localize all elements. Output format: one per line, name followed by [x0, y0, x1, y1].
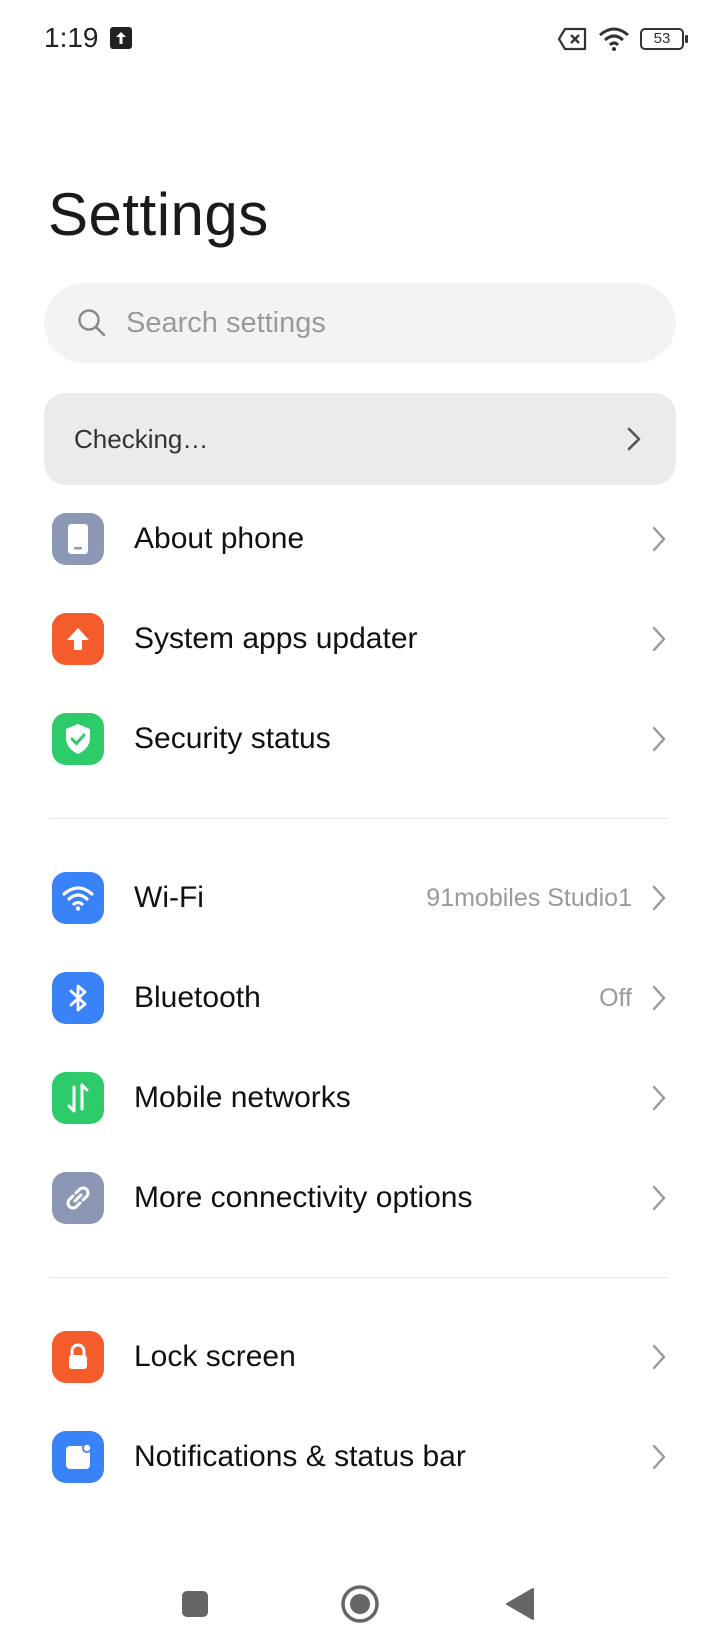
settings-item-lock-screen[interactable]: Lock screen [0, 1305, 720, 1409]
settings-item-label: Lock screen [134, 1340, 296, 1373]
settings-item-label: About phone [134, 522, 305, 555]
chevron-right-icon [652, 985, 666, 1011]
wifi-icon [52, 872, 104, 924]
chevron-right-icon [652, 526, 666, 552]
section-divider [50, 1277, 668, 1278]
settings-item-mobile-networks[interactable]: Mobile networks [0, 1046, 720, 1150]
back-button[interactable] [490, 1574, 550, 1634]
status-icons: 53 [558, 22, 688, 56]
settings-item-label: Security status [134, 722, 331, 755]
settings-item-more-connectivity[interactable]: More connectivity options [0, 1146, 720, 1250]
search-bar[interactable] [44, 283, 676, 363]
wifi-network-name: 91mobiles Studio1 [426, 883, 632, 912]
notification-icon [52, 1431, 104, 1483]
settings-item-about-phone[interactable]: About phone [0, 487, 720, 591]
wifi-signal-icon [599, 27, 629, 51]
back-icon [506, 1588, 534, 1620]
chevron-right-icon [652, 1185, 666, 1211]
chevron-right-icon [652, 885, 666, 911]
settings-item-label: System apps updater [134, 622, 418, 655]
search-icon [78, 309, 106, 337]
update-status-text: Checking… [74, 423, 209, 454]
settings-item-label: Mobile networks [134, 1081, 351, 1114]
chevron-right-icon [652, 726, 666, 752]
home-button[interactable] [330, 1574, 390, 1634]
navigation-bar [0, 1560, 720, 1640]
no-sim-icon [558, 27, 587, 51]
settings-item-wifi[interactable]: Wi-Fi 91mobiles Studio1 [0, 846, 720, 950]
battery-level: 53 [653, 30, 671, 47]
lock-icon [52, 1331, 104, 1383]
shield-check-icon [52, 713, 104, 765]
recents-button[interactable] [165, 1574, 225, 1634]
settings-item-bluetooth[interactable]: Bluetooth Off [0, 946, 720, 1050]
home-icon [341, 1585, 379, 1623]
section-divider [50, 818, 668, 819]
chevron-right-icon [652, 1085, 666, 1111]
chevron-right-icon [652, 1444, 666, 1470]
phone-icon [52, 513, 104, 565]
chevron-right-icon [627, 427, 641, 451]
upload-icon [110, 27, 132, 49]
chevron-right-icon [652, 1344, 666, 1370]
settings-item-notifications[interactable]: Notifications & status bar [0, 1405, 720, 1509]
status-bar: 1:19 53 [0, 0, 720, 80]
recents-icon [182, 1591, 208, 1617]
settings-item-system-apps-updater[interactable]: System apps updater [0, 587, 720, 691]
page-title: Settings [48, 181, 269, 248]
status-time: 1:19 [44, 22, 99, 53]
mobile-data-icon [52, 1072, 104, 1124]
chevron-right-icon [652, 626, 666, 652]
battery-icon: 53 [640, 28, 688, 50]
settings-item-label: Notifications & status bar [134, 1440, 466, 1473]
arrow-up-icon [52, 613, 104, 665]
update-check-card[interactable]: Checking… [44, 393, 676, 485]
bluetooth-icon [52, 972, 104, 1024]
search-input[interactable] [126, 306, 606, 340]
settings-screen: 1:19 53 Settings Search settings Checkin… [0, 0, 720, 1640]
settings-item-security-status[interactable]: Security status [0, 687, 720, 791]
link-icon [52, 1172, 104, 1224]
settings-item-label: Wi-Fi [134, 881, 204, 914]
settings-item-label: Bluetooth [134, 981, 261, 1014]
settings-item-label: More connectivity options [134, 1181, 473, 1214]
bluetooth-status: Off [599, 983, 632, 1012]
